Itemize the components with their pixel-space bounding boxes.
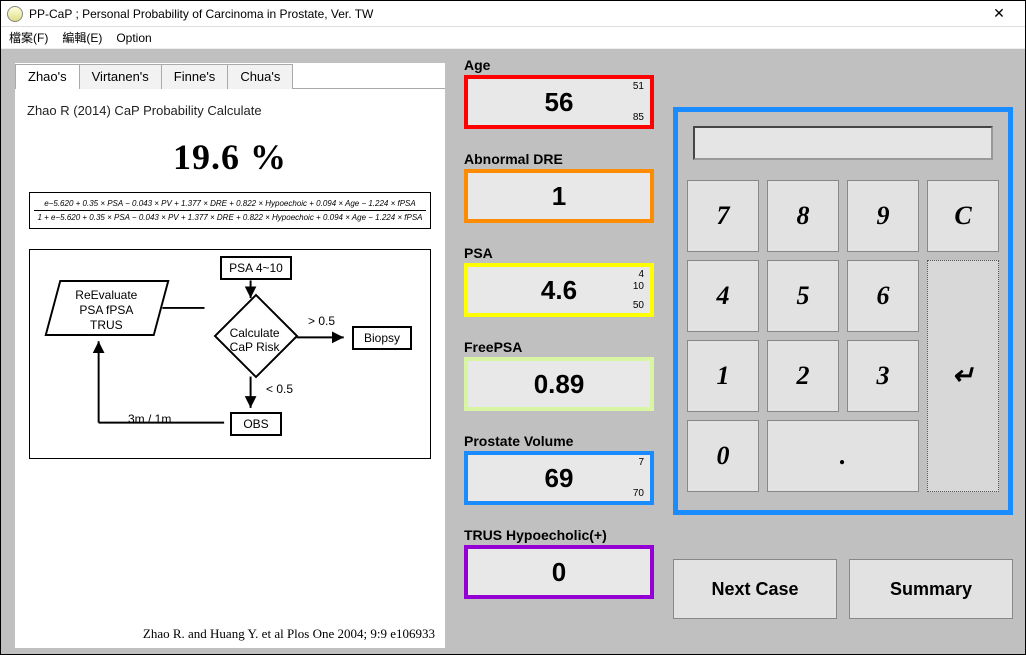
summary-button[interactable]: Summary: [849, 559, 1013, 619]
keypad-display[interactable]: [693, 126, 993, 160]
key-3[interactable]: 3: [847, 340, 919, 412]
field-fpsa[interactable]: FreePSA 0.89: [464, 339, 654, 411]
action-buttons: Next Case Summary: [673, 559, 1013, 619]
field-age[interactable]: Age 56 51 85: [464, 57, 654, 129]
keypad-panel: 7 8 9 C 4 5 6 ↵ 1 2 3 0 .: [673, 107, 1013, 515]
flow-psa-range: PSA 4~10: [220, 256, 292, 280]
hypo-label: TRUS Hypoecholic(+): [464, 527, 654, 543]
close-button[interactable]: ✕: [979, 5, 1019, 22]
flowchart: PSA 4~10 ReEvaluate PSA fPSA TRUS Calcul…: [29, 249, 431, 459]
key-enter[interactable]: ↵: [927, 260, 999, 492]
reference-line: Zhao R (2014) CaP Probability Calculate: [27, 103, 435, 118]
pv-label: Prostate Volume: [464, 433, 654, 449]
formula-numerator: e−5.620 + 0.35 × PSA − 0.043 × PV + 1.37…: [34, 199, 426, 208]
tab-virtanen[interactable]: Virtanen's: [79, 64, 162, 89]
tab-zhao[interactable]: Zhao's: [15, 64, 80, 89]
flow-reevaluate: ReEvaluate PSA fPSA TRUS: [44, 280, 169, 336]
psa-max: 50: [633, 300, 644, 311]
app-icon: [7, 6, 23, 22]
field-pv[interactable]: Prostate Volume 69 7 70: [464, 433, 654, 505]
citation: Zhao R. and Huang Y. et al Plos One 2004…: [143, 626, 435, 642]
key-6[interactable]: 6: [847, 260, 919, 332]
menu-file[interactable]: 檔案(F): [9, 29, 48, 46]
age-label: Age: [464, 57, 654, 73]
menu-edit[interactable]: 編輯(E): [62, 29, 102, 46]
field-hypo[interactable]: TRUS Hypoecholic(+) 0: [464, 527, 654, 599]
tab-body: Zhao R (2014) CaP Probability Calculate …: [15, 89, 445, 648]
hypo-value: 0: [552, 557, 566, 588]
flow-decision: CalculateCaP Risk: [214, 294, 299, 379]
key-9[interactable]: 9: [847, 180, 919, 252]
menu-bar: 檔案(F) 編輯(E) Option: [1, 27, 1025, 49]
key-7[interactable]: 7: [687, 180, 759, 252]
age-min: 51: [633, 81, 644, 92]
pv-box[interactable]: 69 7 70: [464, 451, 654, 505]
probability-output: 19.6 %: [25, 136, 435, 178]
age-value: 56: [545, 87, 574, 118]
flow-biopsy: Biopsy: [352, 326, 412, 350]
tab-strip: Zhao's Virtanen's Finne's Chua's: [15, 63, 445, 89]
client-area: Zhao's Virtanen's Finne's Chua's Zhao R …: [1, 49, 1025, 654]
flow-obs: OBS: [230, 412, 282, 436]
key-0[interactable]: 0: [687, 420, 759, 492]
psa-value: 4.6: [541, 275, 577, 306]
next-case-button[interactable]: Next Case: [673, 559, 837, 619]
fpsa-value: 0.89: [534, 369, 585, 400]
hypo-box[interactable]: 0: [464, 545, 654, 599]
flow-gt-label: > 0.5: [308, 314, 335, 328]
key-4[interactable]: 4: [687, 260, 759, 332]
fpsa-label: FreePSA: [464, 339, 654, 355]
psa-box[interactable]: 4.6 4 10 50: [464, 263, 654, 317]
pv-max: 70: [633, 488, 644, 499]
pv-min: 7: [638, 457, 644, 468]
key-8[interactable]: 8: [767, 180, 839, 252]
psa-mid: 10: [633, 281, 644, 292]
window-title: PP-CaP ; Personal Probability of Carcino…: [29, 7, 979, 21]
pv-value: 69: [545, 463, 574, 494]
flow-lt-label: < 0.5: [266, 382, 293, 396]
keypad-grid: 7 8 9 C 4 5 6 ↵ 1 2 3 0 .: [688, 180, 998, 492]
app-window: PP-CaP ; Personal Probability of Carcino…: [0, 0, 1026, 655]
age-box[interactable]: 56 51 85: [464, 75, 654, 129]
input-fields: Age 56 51 85 Abnormal DRE 1 PSA 4.6 4 10: [464, 57, 654, 621]
field-dre[interactable]: Abnormal DRE 1: [464, 151, 654, 223]
psa-min: 4: [638, 269, 644, 280]
fpsa-box[interactable]: 0.89: [464, 357, 654, 411]
tab-finne[interactable]: Finne's: [161, 64, 229, 89]
title-bar: PP-CaP ; Personal Probability of Carcino…: [1, 1, 1025, 27]
key-1[interactable]: 1: [687, 340, 759, 412]
dre-value: 1: [552, 181, 566, 212]
menu-option[interactable]: Option: [116, 31, 151, 45]
formula-denominator: 1 + e−5.620 + 0.35 × PSA − 0.043 × PV + …: [34, 213, 426, 222]
field-psa[interactable]: PSA 4.6 4 10 50: [464, 245, 654, 317]
key-5[interactable]: 5: [767, 260, 839, 332]
key-clear[interactable]: C: [927, 180, 999, 252]
model-panel: Zhao's Virtanen's Finne's Chua's Zhao R …: [15, 63, 445, 648]
key-dot[interactable]: .: [767, 420, 919, 492]
flow-interval: 3m / 1m: [128, 412, 171, 426]
tab-chua[interactable]: Chua's: [227, 64, 293, 89]
dre-label: Abnormal DRE: [464, 151, 654, 167]
formula-box: e−5.620 + 0.35 × PSA − 0.043 × PV + 1.37…: [29, 192, 431, 229]
psa-label: PSA: [464, 245, 654, 261]
key-2[interactable]: 2: [767, 340, 839, 412]
dre-box[interactable]: 1: [464, 169, 654, 223]
age-max: 85: [633, 112, 644, 123]
